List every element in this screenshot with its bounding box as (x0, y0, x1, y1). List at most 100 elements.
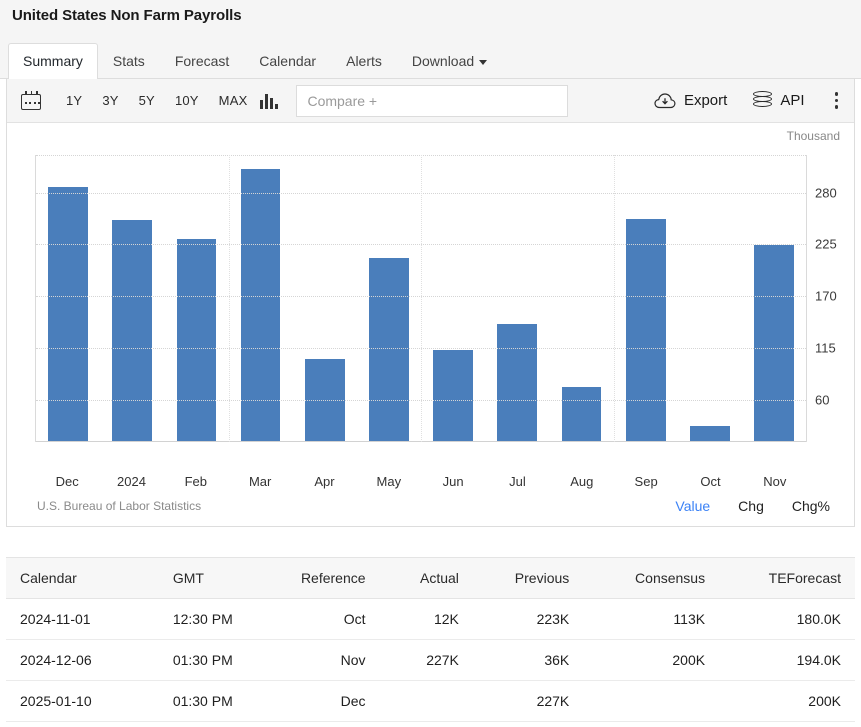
range-button-1y[interactable]: 1Y (59, 89, 89, 112)
tab-label: Stats (113, 53, 145, 69)
table-column-header[interactable]: TEForecast (719, 558, 855, 599)
table-header: CalendarGMTReferenceActualPreviousConsen… (6, 558, 855, 599)
vertical-gridline (614, 155, 615, 442)
table-column-header[interactable]: Actual (380, 558, 473, 599)
table-column-header[interactable]: Consensus (583, 558, 719, 599)
x-axis-label: Jun (421, 474, 485, 489)
bar-mar[interactable] (241, 169, 281, 442)
bar-sep[interactable] (626, 219, 666, 442)
legend-item-value[interactable]: Value (675, 498, 710, 514)
table-cell (583, 681, 719, 722)
x-axis-label: 2024 (99, 474, 163, 489)
legend-item-chgpct[interactable]: Chg% (792, 498, 830, 514)
tab-label: Alerts (346, 53, 382, 69)
tab-calendar[interactable]: Calendar (244, 43, 331, 79)
chart-widget: 1Y3Y5Y10YMAX Export API Thousa (6, 79, 855, 527)
table-row[interactable]: 2024-12-0601:30 PMNov227K36K200K194.0K (6, 640, 855, 681)
chart-toolbar: 1Y 3Y 5Y 10Y MAX Export API (7, 79, 854, 123)
table-row[interactable]: 2025-01-1001:30 PMDec227K200K (6, 681, 855, 722)
table-cell: 2024-12-06 (6, 640, 159, 681)
table-cell: 200K (719, 681, 855, 722)
api-label: API (780, 92, 804, 109)
x-axis-labels: Dec2024FebMarAprMayJunJulAugSepOctNov (35, 474, 807, 489)
tab-bar: Summary Stats Forecast Calendar Alerts Downlo… (0, 31, 861, 79)
table-column-header[interactable]: Previous (473, 558, 583, 599)
x-axis-label: May (357, 474, 421, 489)
x-axis-label: Aug (550, 474, 614, 489)
table-column-header[interactable]: GMT (159, 558, 269, 599)
chevron-down-icon (479, 60, 487, 65)
x-axis-label: Nov (743, 474, 807, 489)
page-title: United States Non Farm Payrolls (12, 7, 241, 24)
vertical-gridline (229, 155, 230, 442)
bar-feb[interactable] (177, 239, 217, 442)
table-cell: 01:30 PM (159, 640, 269, 681)
bar-may[interactable] (369, 258, 409, 442)
table-cell: 200K (583, 640, 719, 681)
bar-2024[interactable] (112, 220, 152, 442)
tab-alerts[interactable]: Alerts (331, 43, 397, 79)
x-axis-label: Jul (485, 474, 549, 489)
chart-source: U.S. Bureau of Labor Statistics (37, 499, 201, 513)
table-cell: 12K (380, 599, 473, 640)
bar-aug[interactable] (562, 387, 602, 442)
table-cell: 223K (473, 599, 583, 640)
api-button[interactable]: API (753, 91, 804, 110)
vertical-gridline (421, 155, 422, 442)
table-cell: 12:30 PM (159, 599, 269, 640)
page-header: United States Non Farm Payrolls (0, 0, 861, 31)
calendar-icon[interactable] (21, 91, 41, 110)
compare-input[interactable] (296, 85, 568, 117)
tab-stats[interactable]: Stats (98, 43, 160, 79)
table-column-header[interactable]: Calendar (6, 558, 159, 599)
tab-download[interactable]: Download (397, 43, 502, 79)
cloud-download-icon (654, 92, 676, 109)
table-cell: 180.0K (719, 599, 855, 640)
x-axis-label: Dec (35, 474, 99, 489)
table-cell: 113K (583, 599, 719, 640)
y-axis-tick: 115 (815, 340, 836, 355)
range-button-10y[interactable]: 10Y (168, 89, 206, 112)
table-cell: 227K (380, 640, 473, 681)
table-cell: 36K (473, 640, 583, 681)
chart-footer: U.S. Bureau of Labor Statistics Value Chg… (7, 498, 854, 514)
bar-jul[interactable] (497, 324, 537, 442)
calendar-table: CalendarGMTReferenceActualPreviousConsen… (6, 558, 855, 722)
range-button-5y[interactable]: 5Y (132, 89, 162, 112)
x-axis-label: Oct (678, 474, 742, 489)
table-row[interactable]: 2024-11-0112:30 PMOct12K223K113K180.0K (6, 599, 855, 640)
table-cell: 2024-11-01 (6, 599, 159, 640)
kebab-menu-icon[interactable] (831, 88, 843, 113)
bar-chart-icon[interactable] (260, 93, 278, 109)
table-cell (380, 681, 473, 722)
tab-label: Download (412, 53, 474, 69)
bar-jun[interactable] (433, 350, 473, 442)
y-axis-tick: 225 (815, 237, 837, 252)
tab-summary[interactable]: Summary (8, 43, 98, 79)
bar-oct[interactable] (690, 426, 730, 442)
bar-dec[interactable] (48, 187, 88, 442)
table-cell: Dec (269, 681, 379, 722)
table-body: 2024-11-0112:30 PMOct12K223K113K180.0K20… (6, 599, 855, 722)
database-icon (753, 91, 772, 110)
range-button-max[interactable]: MAX (212, 89, 255, 112)
x-axis-label: Apr (292, 474, 356, 489)
y-axis-tick: 170 (815, 289, 837, 304)
tab-forecast[interactable]: Forecast (160, 43, 244, 79)
table-cell: 01:30 PM (159, 681, 269, 722)
export-button[interactable]: Export (654, 92, 727, 109)
legend-item-chg[interactable]: Chg (738, 498, 764, 514)
table-cell: 194.0K (719, 640, 855, 681)
tab-label: Forecast (175, 53, 229, 69)
range-button-3y[interactable]: 3Y (95, 89, 125, 112)
export-label: Export (684, 92, 727, 109)
table-column-header[interactable]: Reference (269, 558, 379, 599)
chart-legend: Value Chg Chg% (675, 498, 830, 514)
bar-nov[interactable] (754, 245, 794, 442)
chart-unit-label: Thousand (787, 129, 840, 143)
range-button-group: 1Y 3Y 5Y 10Y MAX (59, 89, 254, 112)
x-axis-label: Mar (228, 474, 292, 489)
y-axis-tick: 60 (815, 392, 829, 407)
y-axis-tick: 280 (815, 185, 837, 200)
calendar-table-wrapper: CalendarGMTReferenceActualPreviousConsen… (6, 557, 855, 722)
